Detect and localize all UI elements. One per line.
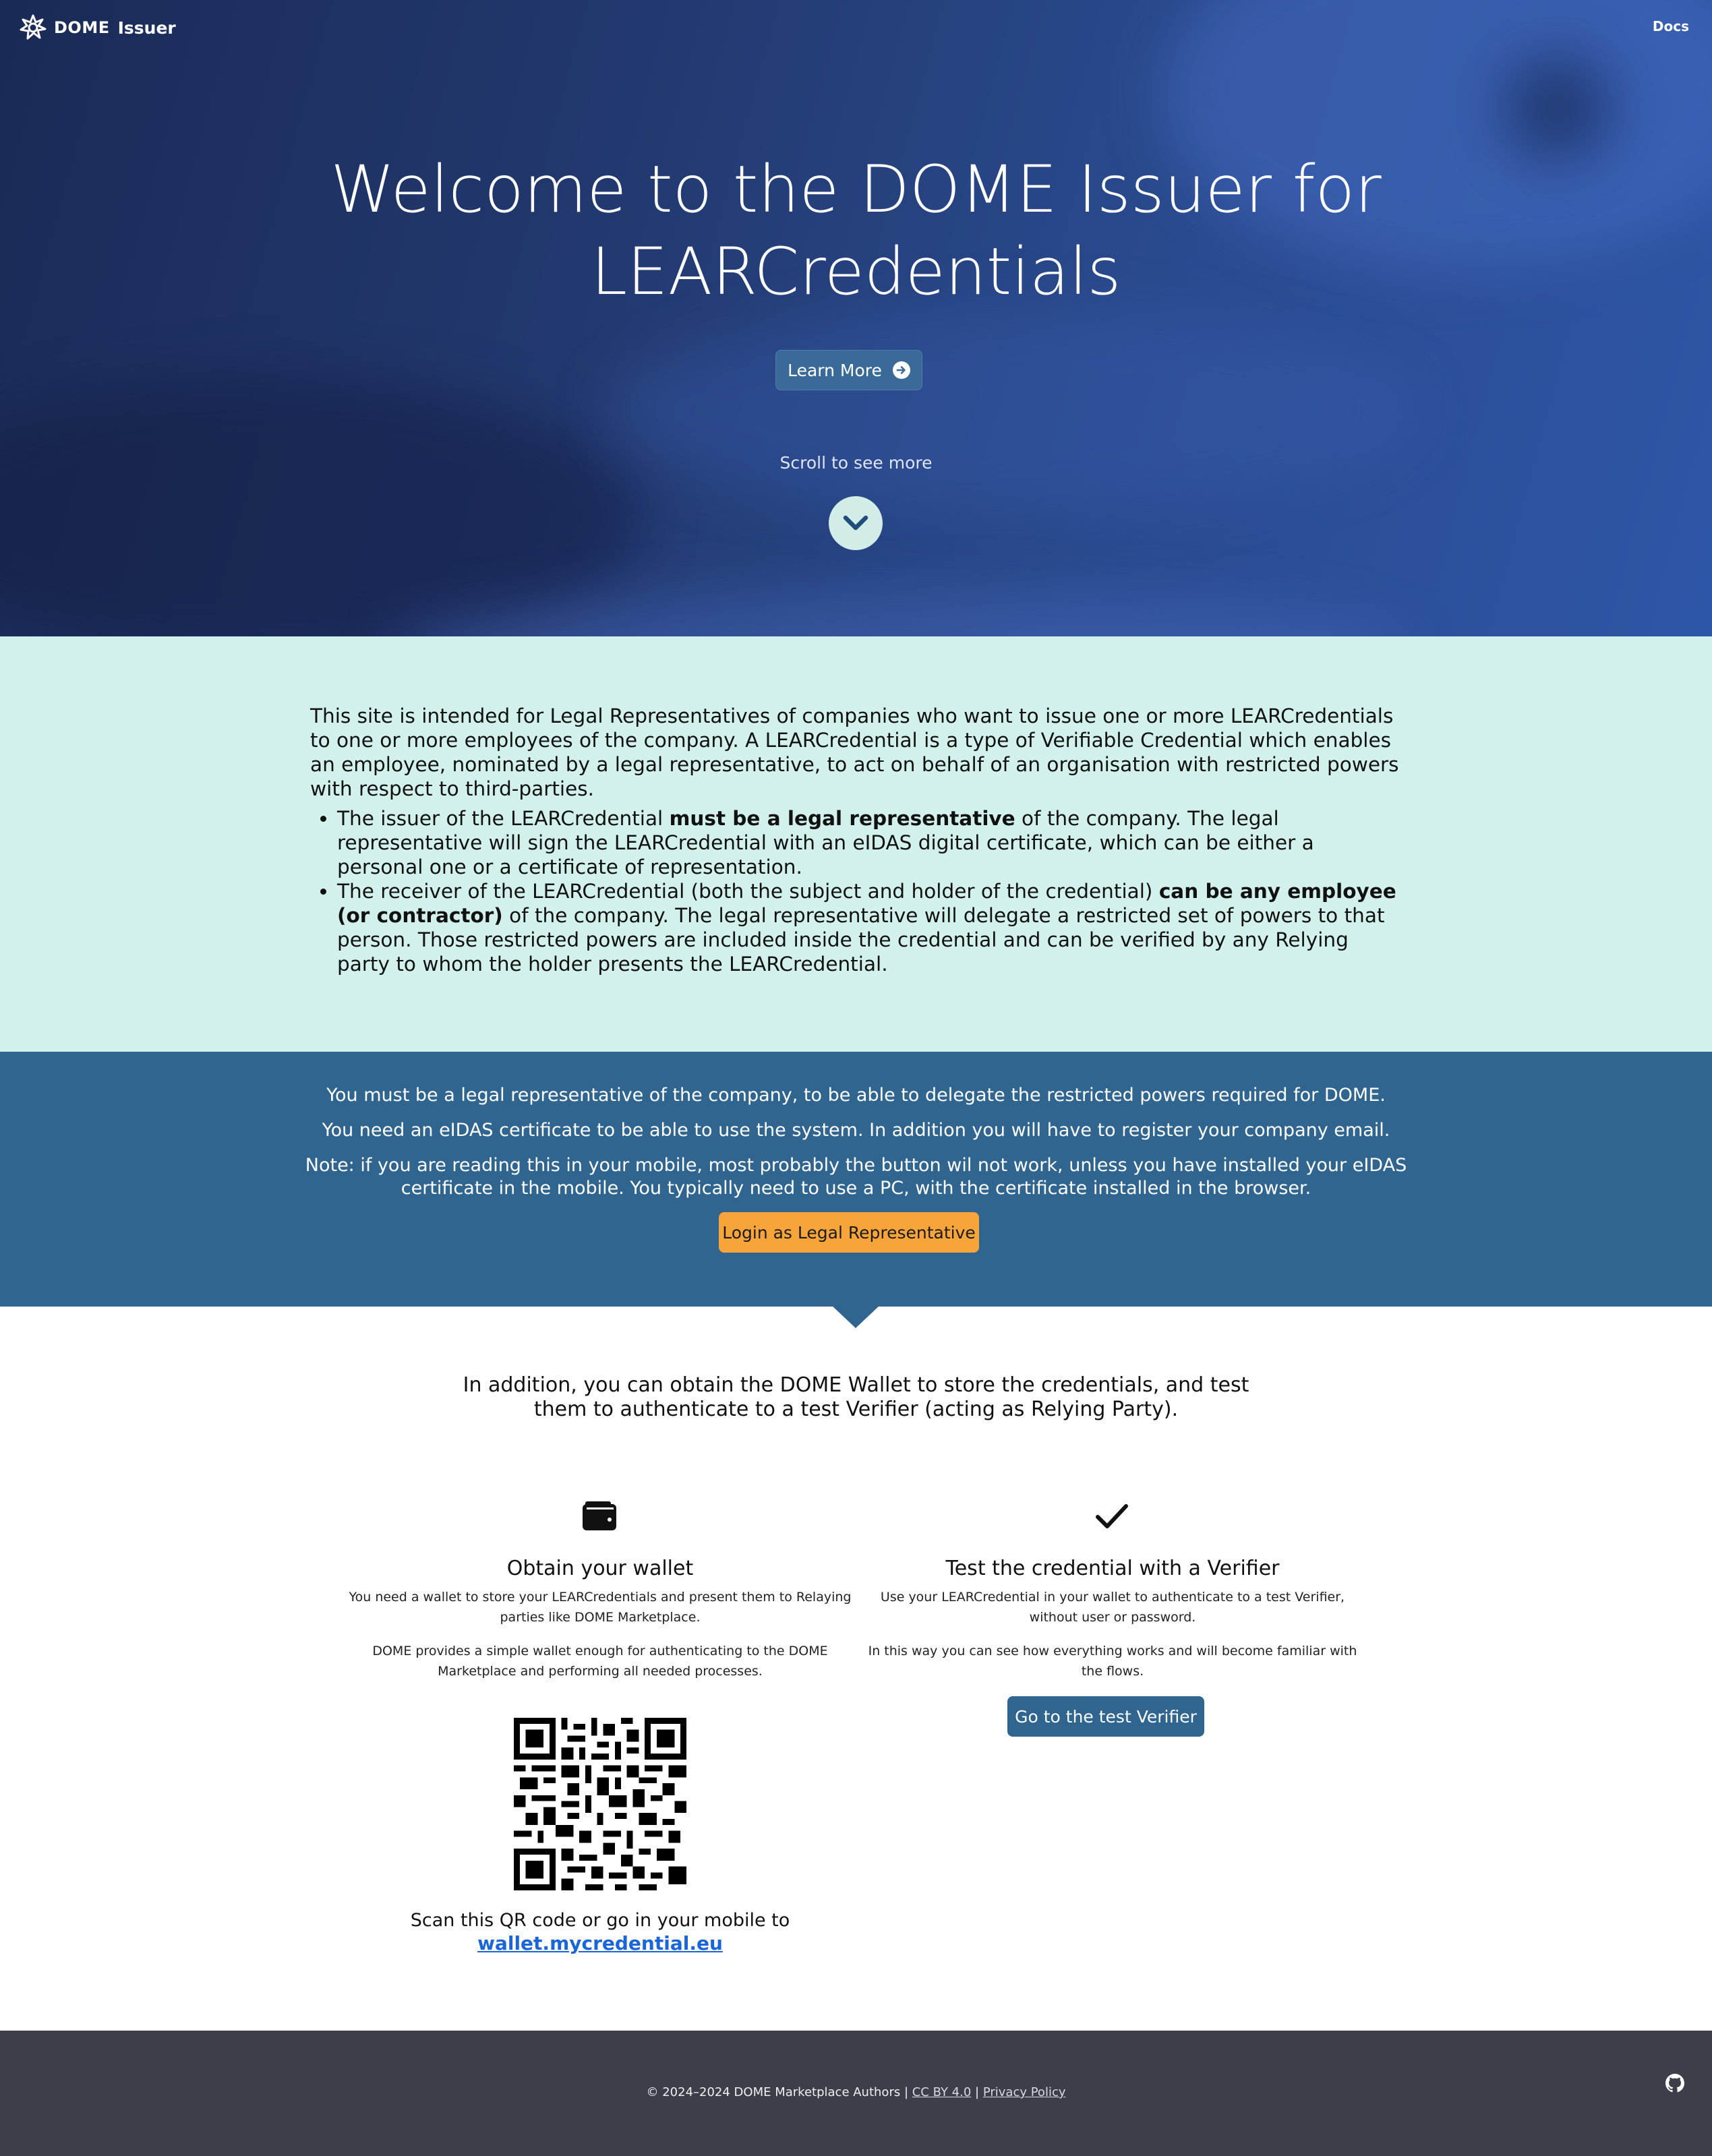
learn-more-label: Learn More — [788, 360, 882, 380]
wallet-description-1: You need a wallet to store your LEARCred… — [330, 1587, 870, 1627]
scan-instruction: Scan this QR code or go in your mobile t… — [410, 1910, 790, 1931]
list-item: The receiver of the LEARCredential (both… — [337, 879, 1403, 976]
verifier-desc-2b: the flows. — [1081, 1664, 1144, 1679]
hero-title-line1: Welcome to the DOME Issuer for — [330, 152, 1382, 227]
github-icon[interactable] — [1665, 2074, 1684, 2093]
verifier-desc-1a: Use your LEARCredential in your wallet t… — [880, 1590, 1345, 1605]
dome-logo-icon — [20, 14, 47, 40]
wallet-icon — [583, 1501, 616, 1530]
wallet-desc-2a: DOME provides a simple wallet enough for… — [372, 1644, 828, 1658]
scroll-hint: Scroll to see more — [779, 453, 933, 473]
scroll-down-button[interactable] — [829, 496, 883, 550]
verifier-title: Test the credential with a Verifier — [945, 1557, 1280, 1580]
wallet-desc-1b: parties like DOME Marketplace. — [500, 1610, 701, 1625]
notice-line-1: You must be a legal representative of th… — [326, 1085, 1386, 1106]
privacy-policy-link[interactable]: Privacy Policy — [983, 2085, 1066, 2099]
wallet-desc-2b: Marketplace and performing all needed pr… — [438, 1664, 763, 1679]
section-notch — [831, 1305, 880, 1328]
footer: © 2024–2024 DOME Marketplace Authors | C… — [0, 2031, 1712, 2156]
verifier-desc-1b: without user or password. — [1029, 1610, 1196, 1625]
wallet-url-link[interactable]: wallet.mycredential.eu — [330, 1932, 870, 1954]
wallet-qr-code — [514, 1718, 686, 1890]
bullet2-text: The receiver of the LEARCredential (both… — [337, 880, 1159, 903]
intro-text: This site is intended for Legal Represen… — [310, 704, 1403, 976]
learn-more-button[interactable]: Learn More — [775, 350, 922, 390]
hero-title-line2: LEARCredentials — [591, 234, 1121, 309]
notice-line-2: You need an eIDAS certificate to be able… — [322, 1120, 1390, 1141]
check-icon — [1096, 1504, 1128, 1528]
brand-link[interactable]: DOME Issuer — [19, 13, 176, 42]
footer-text: © 2024–2024 DOME Marketplace Authors | C… — [0, 2085, 1712, 2099]
notice-line-3b: certificate in the mobile. You typically… — [401, 1178, 1311, 1199]
brand-dome: DOME — [54, 18, 110, 37]
footer-separator: | — [971, 2085, 983, 2099]
wallet-title: Obtain your wallet — [506, 1557, 694, 1580]
intro-paragraph: This site is intended for Legal Represen… — [310, 705, 1399, 800]
hero-title: Welcome to the DOME Issuer for LEARCrede… — [0, 148, 1712, 313]
wallet-intro: In addition, you can obtain the DOME Wal… — [0, 1373, 1712, 1422]
notice-line-3a: Note: if you are reading this in your mo… — [305, 1155, 1407, 1176]
top-nav: DOME Issuer Docs — [0, 0, 1712, 54]
test-verifier-button[interactable]: Go to the test Verifier — [1007, 1696, 1204, 1737]
bullet1-text: The issuer of the LEARCredential — [337, 807, 670, 830]
intro-bullets: The issuer of the LEARCredential must be… — [337, 806, 1403, 976]
wallet-intro-line2: them to authenticate to a test Verifier … — [533, 1398, 1179, 1421]
wallet-intro-line1: In addition, you can obtain the DOME Wal… — [463, 1373, 1249, 1397]
verifier-description-1: Use your LEARCredential in your wallet t… — [843, 1587, 1382, 1627]
license-link[interactable]: CC BY 4.0 — [912, 2085, 972, 2099]
login-legal-representative-button[interactable]: Login as Legal Representative — [719, 1212, 979, 1253]
list-item: The issuer of the LEARCredential must be… — [337, 806, 1403, 879]
requirements-notice: You must be a legal representative of th… — [0, 1052, 1712, 1307]
verifier-description-2: In this way you can see how everything w… — [843, 1641, 1382, 1681]
bullet1-bold: must be a legal representative — [669, 807, 1015, 830]
arrow-circle-right-icon — [892, 361, 910, 379]
intro-section: This site is intended for Legal Represen… — [0, 636, 1712, 1052]
wallet-description-2: DOME provides a simple wallet enough for… — [330, 1641, 870, 1681]
copyright-text: © 2024–2024 DOME Marketplace Authors | — [646, 2085, 912, 2099]
nav-docs-link[interactable]: Docs — [1653, 18, 1689, 34]
wallet-desc-1a: You need a wallet to store your LEARCred… — [349, 1590, 852, 1605]
brand-issuer: Issuer — [117, 18, 176, 38]
hero-section: Welcome to the DOME Issuer for LEARCrede… — [0, 0, 1712, 636]
chevron-down-icon — [843, 515, 868, 531]
verifier-desc-2a: In this way you can see how everything w… — [868, 1644, 1357, 1658]
